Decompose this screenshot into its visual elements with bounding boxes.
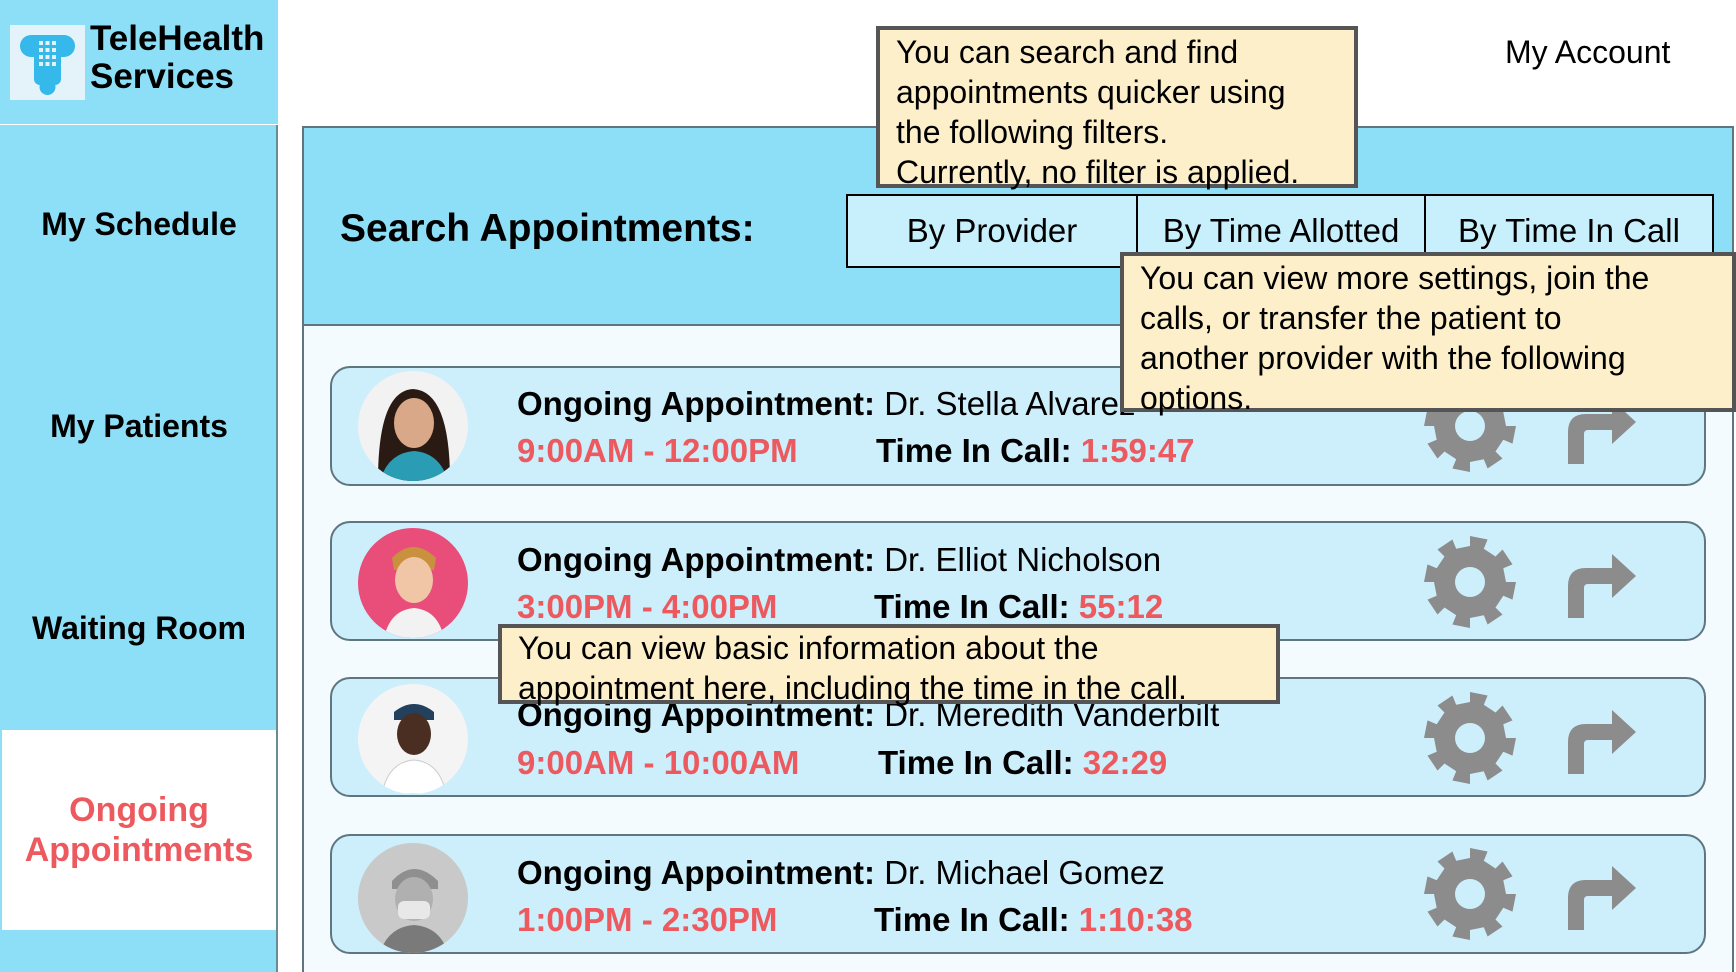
gear-icon[interactable] <box>1422 534 1518 630</box>
tooltip-line: another provider with the following <box>1140 340 1626 376</box>
appointment-time: 1:00PM - 2:30PM <box>517 901 778 938</box>
forward-arrow-icon[interactable] <box>1562 702 1638 778</box>
time-in-call-label: Time In Call: <box>876 432 1072 469</box>
nav-ongoing-line2: Appointments <box>24 831 254 869</box>
provider-avatar <box>358 684 468 794</box>
my-account-link[interactable]: My Account <box>1505 34 1670 71</box>
time-in-call-label: Time In Call: <box>874 901 1070 938</box>
nav-my-patients[interactable]: My Patients <box>0 408 278 445</box>
appointment-title: Ongoing Appointment: Dr. Michael Gomez <box>517 854 1165 892</box>
brand-line2: Services <box>90 57 235 96</box>
tooltip-line: the following filters. <box>896 114 1169 150</box>
appointment-title: Ongoing Appointment: Dr. Elliot Nicholso… <box>517 541 1161 579</box>
actions-tooltip: You can view more settings, join the cal… <box>1120 252 1736 416</box>
provider-avatar <box>358 371 468 481</box>
tooltip-line: You can search and find <box>896 34 1239 70</box>
provider-name: Dr. Elliot Nicholson <box>884 541 1162 578</box>
stethoscope-logo-icon <box>10 25 85 100</box>
nav-my-schedule[interactable]: My Schedule <box>0 206 278 243</box>
appointment-title: Ongoing Appointment: Dr. Stella Alvarez <box>517 385 1135 423</box>
search-label: Search Appointments: <box>340 207 755 250</box>
time-in-call: Time In Call: 32:29 <box>878 744 1167 782</box>
tooltip-line: calls, or transfer the patient to <box>1140 300 1562 336</box>
time-in-call: Time In Call: 55:12 <box>874 588 1163 626</box>
tooltip-line: appointment here, including the time in … <box>518 670 1187 706</box>
appointment-label: Ongoing Appointment: <box>517 854 876 891</box>
provider-name: Dr. Stella Alvarez <box>884 385 1136 422</box>
tooltip-line: options. <box>1140 380 1253 416</box>
brand-name: TeleHealth Services <box>90 20 264 96</box>
tooltip-line: Currently, no filter is applied. <box>896 154 1300 190</box>
provider-name: Dr. Michael Gomez <box>884 854 1165 891</box>
appointment-time: 9:00AM - 10:00AM <box>517 744 800 781</box>
tooltip-line: appointments quicker using <box>896 74 1286 110</box>
provider-avatar <box>358 528 468 638</box>
appointment-label: Ongoing Appointment: <box>517 385 876 422</box>
appointment-time: 3:00PM - 4:00PM <box>517 588 778 625</box>
appointment-time: 9:00AM - 12:00PM <box>517 432 798 469</box>
gear-icon[interactable] <box>1422 690 1518 786</box>
filter-by-provider[interactable]: By Provider <box>846 194 1138 268</box>
nav-ongoing-appointments-label: Ongoing Appointments <box>2 790 276 870</box>
nav-waiting-room[interactable]: Waiting Room <box>0 610 278 647</box>
gear-icon[interactable] <box>1422 846 1518 942</box>
time-in-call: Time In Call: 1:10:38 <box>874 901 1193 939</box>
nav-ongoing-line1: Ongoing <box>69 791 209 829</box>
forward-arrow-icon[interactable] <box>1562 546 1638 622</box>
search-filters-tooltip: You can search and find appointments qui… <box>876 26 1358 190</box>
time-in-call-label: Time In Call: <box>874 588 1070 625</box>
appointment-label: Ongoing Appointment: <box>517 541 876 578</box>
tooltip-line: You can view more settings, join the <box>1140 260 1650 296</box>
appointment-info-tooltip: You can view basic information about the… <box>498 624 1280 706</box>
tooltip-line: You can view basic information about the <box>518 630 1099 666</box>
time-in-call-value: 32:29 <box>1082 744 1168 781</box>
time-in-call-value: 1:59:47 <box>1080 432 1195 469</box>
provider-avatar <box>358 843 468 953</box>
brand-line1: TeleHealth <box>90 19 265 58</box>
time-in-call-label: Time In Call: <box>878 744 1074 781</box>
time-in-call-value: 1:10:38 <box>1078 901 1193 938</box>
time-in-call-value: 55:12 <box>1078 588 1164 625</box>
time-in-call: Time In Call: 1:59:47 <box>876 432 1195 470</box>
forward-arrow-icon[interactable] <box>1562 858 1638 934</box>
